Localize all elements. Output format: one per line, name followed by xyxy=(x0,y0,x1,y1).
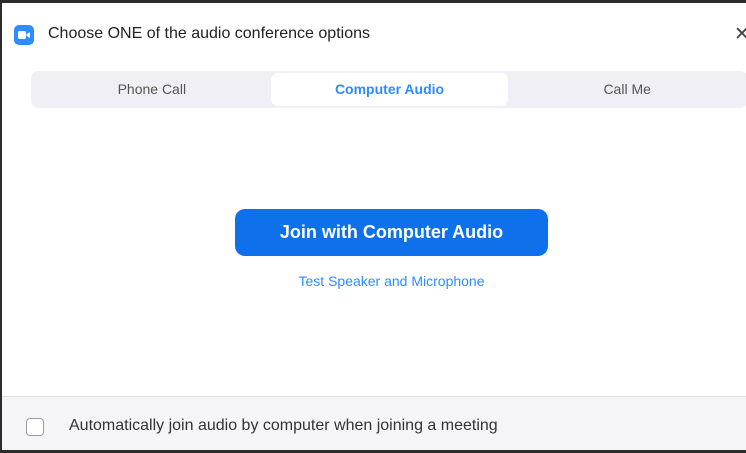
audio-options-dialog: Choose ONE of the audio conference optio… xyxy=(0,0,746,453)
title-bar: Choose ONE of the audio conference optio… xyxy=(2,3,746,57)
dialog-footer: Automatically join audio by computer whe… xyxy=(2,396,746,450)
tab-phone-call[interactable]: Phone Call xyxy=(33,73,271,106)
auto-join-checkbox[interactable] xyxy=(26,418,44,436)
audio-mode-tabs: Phone Call Computer Audio Call Me xyxy=(31,71,746,108)
close-icon[interactable]: ✕ xyxy=(734,24,746,44)
tab-computer-audio[interactable]: Computer Audio xyxy=(270,73,509,106)
dialog-title: Choose ONE of the audio conference optio… xyxy=(48,25,370,42)
auto-join-label: Automatically join audio by computer whe… xyxy=(69,417,498,434)
join-computer-audio-button[interactable]: Join with Computer Audio xyxy=(235,209,548,256)
tab-call-me[interactable]: Call Me xyxy=(508,73,746,106)
zoom-camera-icon xyxy=(14,25,34,45)
test-speaker-microphone-link[interactable]: Test Speaker and Microphone xyxy=(235,273,548,289)
